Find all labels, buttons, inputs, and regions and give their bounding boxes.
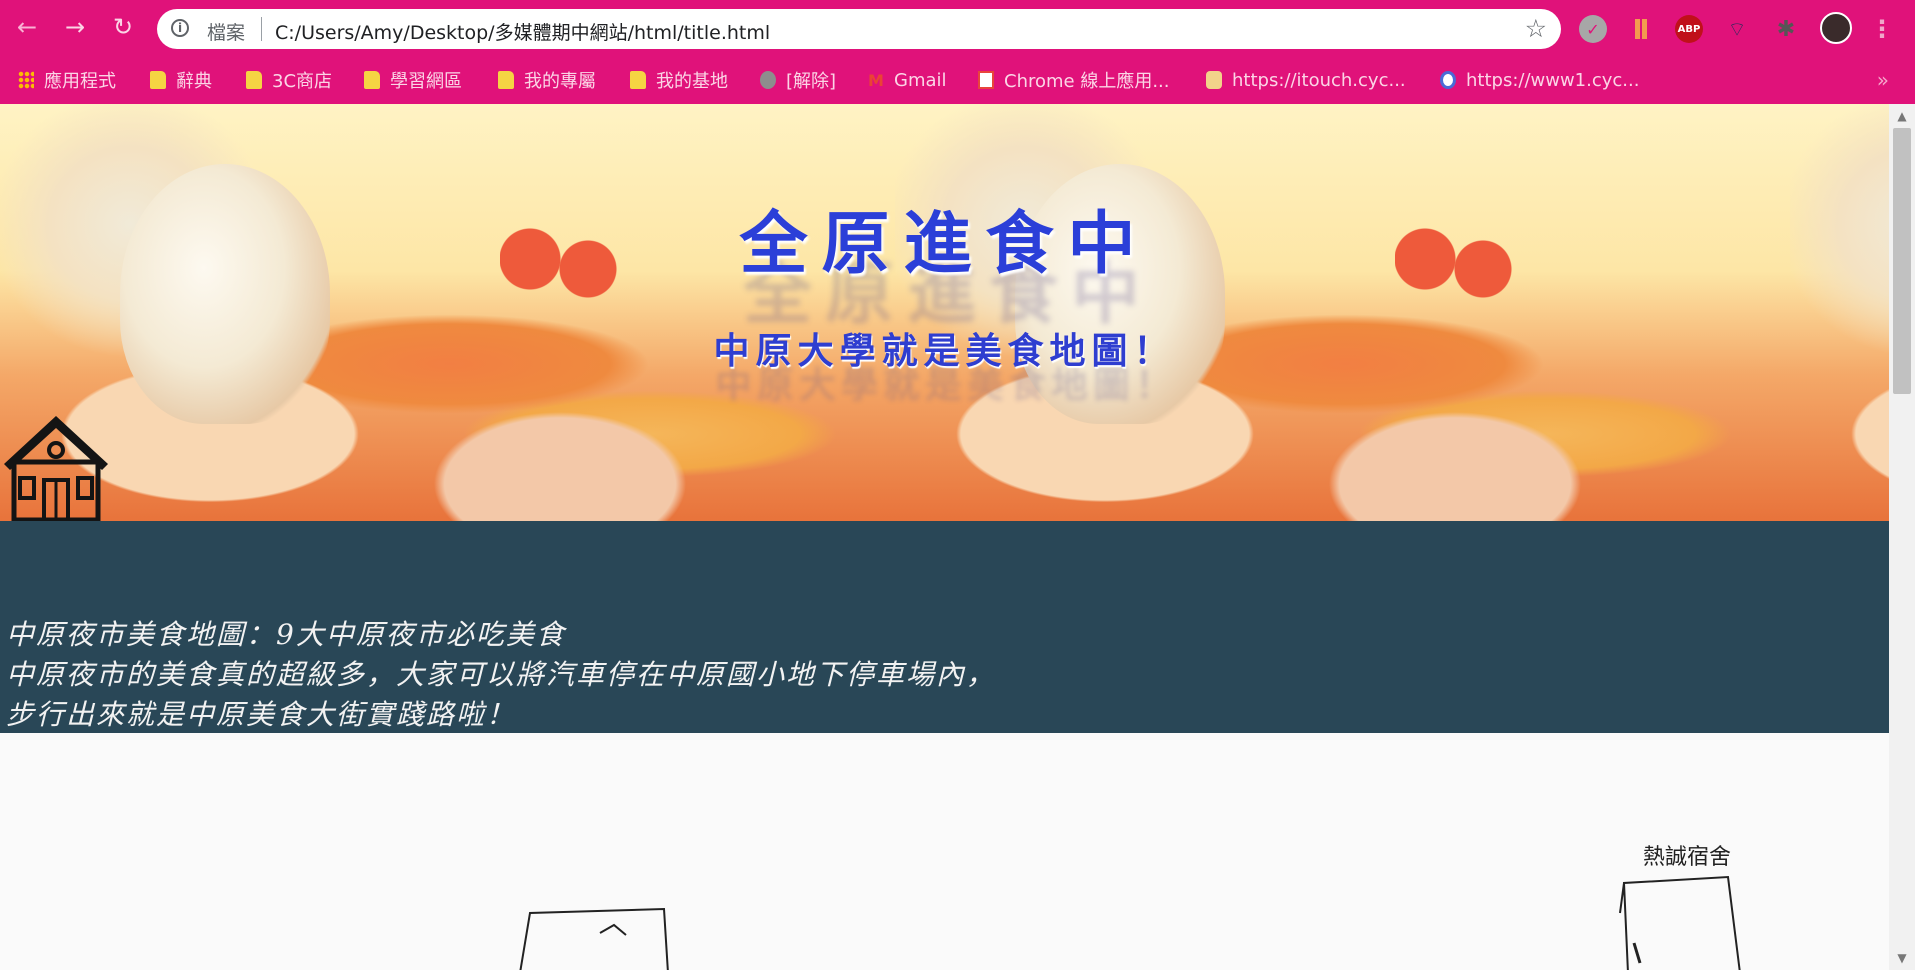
bookmark-itouch[interactable]: https://itouch.cyc... <box>1206 67 1406 93</box>
address-separator <box>261 17 262 41</box>
back-button[interactable]: ← <box>12 12 42 42</box>
bookmark-folder-3c[interactable]: 3C商店 <box>246 67 332 93</box>
map-sketch-area: 熱誠宿舍 <box>0 733 1889 970</box>
folder-icon <box>498 71 514 89</box>
scroll-down-arrow-icon[interactable]: ▼ <box>1889 948 1915 968</box>
intro-heading: 中原夜市美食地圖：9大中原夜市必吃美食 <box>6 618 566 651</box>
bookmark-label: 我的專屬 <box>524 71 596 92</box>
site-icon <box>1206 71 1222 89</box>
site-title: 全原進食中 <box>739 204 1150 284</box>
gmail-icon: M <box>868 71 884 90</box>
scrollbar-thumb[interactable] <box>1893 128 1911 394</box>
folder-icon <box>246 71 262 89</box>
bookmark-folder-dictionary[interactable]: 辭典 <box>150 67 212 93</box>
browser-toolbar: ← → ↻ i 檔案 C:/Users/Amy/Desktop/多媒體期中網站/… <box>0 0 1915 56</box>
bookmark-star-icon[interactable]: ☆ <box>1525 14 1547 43</box>
folder-icon <box>630 71 646 89</box>
browser-menu-icon[interactable]: ⋮ <box>1868 15 1896 43</box>
profile-avatar[interactable] <box>1820 12 1852 44</box>
extensions-puzzle-icon[interactable]: ✱ <box>1772 15 1800 43</box>
dorm-label: 熱誠宿舍 <box>1643 845 1732 870</box>
adblock-plus-icon[interactable]: ABP <box>1675 15 1703 43</box>
bookmark-apps[interactable]: 應用程式 <box>18 67 116 93</box>
intro-text-line: 中原夜市的美食真的超級多，大家可以將汽車停在中原國小地下停車場內， <box>6 658 997 691</box>
extension-wifi-icon[interactable]: ⌔ <box>1723 15 1751 43</box>
bookmark-label: 我的基地 <box>656 71 728 92</box>
folder-icon <box>150 71 166 89</box>
extension-bars-icon[interactable] <box>1627 15 1655 43</box>
site-icon <box>1440 71 1456 89</box>
bookmarks-bar: 應用程式 辭典 3C商店 學習網區 我的專屬 我的基地 [解除] M Gmail… <box>0 56 1915 104</box>
extension-check-icon[interactable]: ✓ <box>1579 15 1607 43</box>
bookmarks-overflow-button[interactable]: » <box>1877 68 1889 92</box>
apps-icon <box>18 71 34 89</box>
bookmark-label: https://itouch.cyc... <box>1232 69 1406 91</box>
bookmark-www1[interactable]: https://www1.cyc... <box>1440 67 1639 93</box>
reload-button[interactable]: ↻ <box>108 12 138 42</box>
bookmark-folder-mine[interactable]: 我的專屬 <box>498 67 596 93</box>
bookmark-label: [解除] <box>786 71 837 92</box>
bookmark-label: Gmail <box>894 69 947 91</box>
bookmark-label: 辭典 <box>176 71 212 92</box>
globe-icon <box>760 71 776 89</box>
site-info-icon[interactable]: i <box>171 19 189 37</box>
bookmark-folder-base[interactable]: 我的基地 <box>630 67 728 93</box>
address-url[interactable]: C:/Users/Amy/Desktop/多媒體期中網站/html/title.… <box>275 18 770 45</box>
site-subtitle: 中原大學就是美食地圖！ <box>713 330 1176 372</box>
bookmark-label: https://www1.cyc... <box>1466 69 1640 91</box>
page-scrollbar[interactable]: ▲ ▼ <box>1889 104 1915 970</box>
bookmark-label: 應用程式 <box>44 71 116 92</box>
header-banner: 全原進食中 中原大學就是美食地圖！ <box>0 104 1889 521</box>
banner-titles: 全原進食中 中原大學就是美食地圖！ <box>0 104 1889 521</box>
address-bar[interactable]: i 檔案 C:/Users/Amy/Desktop/多媒體期中網站/html/t… <box>157 9 1561 49</box>
bookmark-label: Chrome 線上應用... <box>1004 71 1170 92</box>
bookmark-label: 學習網區 <box>390 71 462 92</box>
intro-section: 中原夜市美食地圖：9大中原夜市必吃美食 中原夜市的美食真的超級多，大家可以將汽車… <box>0 521 1889 733</box>
home-icon[interactable] <box>0 404 118 521</box>
intro-text-line: 步行出來就是中原美食大街實踐路啦！ <box>6 698 517 731</box>
webstore-icon <box>978 71 994 89</box>
bookmark-gmail[interactable]: M Gmail <box>868 67 947 93</box>
address-scheme-label: 檔案 <box>207 22 246 44</box>
folder-icon <box>364 71 380 89</box>
bookmark-chrome-webstore[interactable]: Chrome 線上應用... <box>978 67 1170 93</box>
bookmark-label: 3C商店 <box>272 71 333 92</box>
bookmark-folder-learning[interactable]: 學習網區 <box>364 67 462 93</box>
scroll-up-arrow-icon[interactable]: ▲ <box>1889 106 1915 126</box>
map-sketch-drawing <box>519 875 1741 970</box>
bookmark-release[interactable]: [解除] <box>760 67 836 93</box>
forward-button[interactable]: → <box>60 12 90 42</box>
page-viewport: 全原進食中 中原大學就是美食地圖！ 中原夜市美食地圖：9大中原夜市必吃美食 中原… <box>0 104 1889 970</box>
